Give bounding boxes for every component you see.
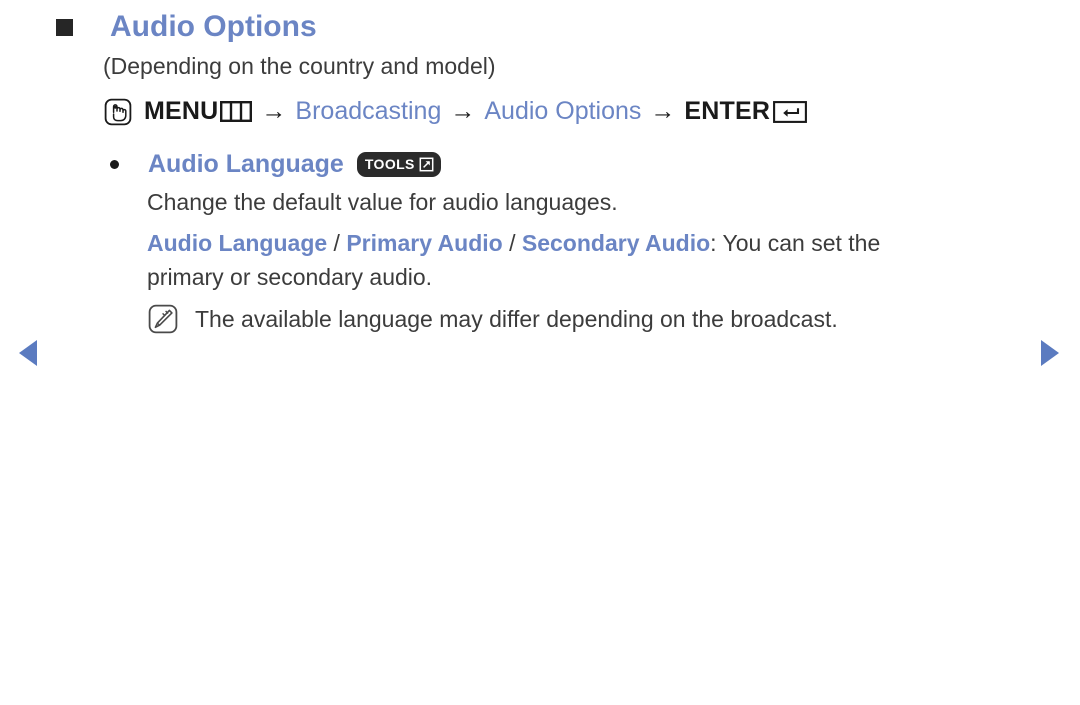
path-step-audio-options: Audio Options (484, 97, 642, 125)
item-description: Change the default value for audio langu… (147, 189, 618, 215)
enter-button-label: ENTER (684, 97, 771, 125)
option-primary-audio: Primary Audio (346, 230, 503, 256)
note-text: The available language may differ depend… (195, 305, 838, 332)
list-item-audio-language: Audio Language TOOLS (110, 150, 441, 179)
path-step-broadcasting: Broadcasting (295, 97, 442, 125)
note-row: The available language may differ depend… (148, 304, 838, 334)
prev-page-arrow-icon[interactable] (16, 338, 40, 368)
hand-press-icon (104, 98, 132, 126)
tools-badge-label: TOOLS (364, 156, 415, 172)
status-badge-tools: TOOLS (356, 152, 441, 177)
item-label: Audio Language (148, 150, 344, 178)
sub-caption: (Depending on the country and model) (103, 53, 496, 79)
item-options-line-1: Audio Language / Primary Audio / Seconda… (147, 230, 880, 257)
enter-return-icon (773, 100, 808, 123)
option-separator-1: / (327, 230, 347, 256)
item-options-line-2: primary or secondary audio. (147, 264, 433, 290)
section-heading: Audio Options (56, 12, 317, 42)
menu-button-label: MENU (144, 97, 219, 125)
note-pencil-icon (148, 304, 178, 334)
option-secondary-audio: Secondary Audio (521, 230, 711, 256)
tools-launch-icon (419, 157, 434, 172)
menu-path: MENU → Broadcasting → Audio Options → EN… (104, 97, 808, 126)
option-separator-2: / (502, 230, 522, 256)
path-arrow-3: → (650, 97, 676, 125)
menu-grid-icon (220, 101, 253, 123)
page-title: Audio Options (110, 10, 317, 43)
square-bullet-icon (56, 18, 73, 36)
options-tail-text: : You can set the (710, 230, 881, 256)
path-arrow-1: → (261, 97, 287, 125)
option-audio-language: Audio Language (147, 230, 328, 256)
next-page-arrow-icon[interactable] (1038, 338, 1062, 368)
path-arrow-2: → (450, 97, 476, 125)
round-bullet-icon (110, 160, 119, 169)
